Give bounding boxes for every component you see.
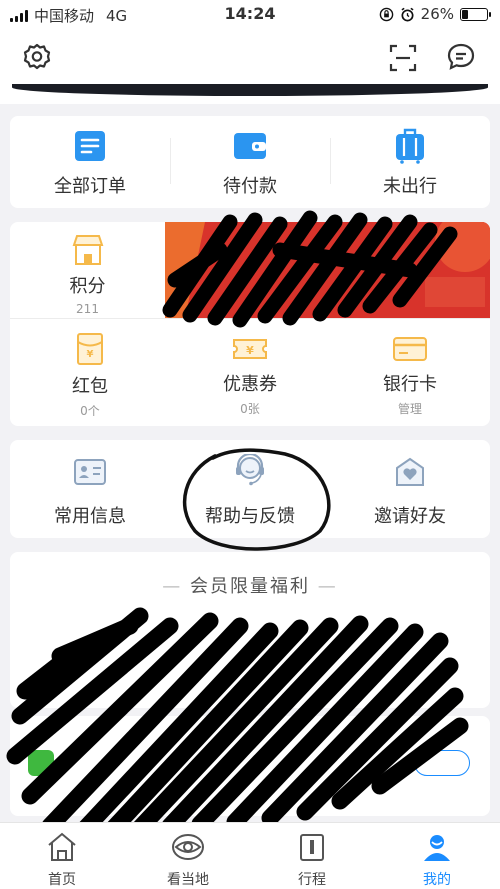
not-traveled-label: 未出行	[383, 176, 437, 197]
invite-friends-label: 邀请好友	[374, 506, 446, 527]
home-icon	[48, 832, 76, 861]
bank-card-value: 管理	[397, 402, 422, 416]
all-orders-label: 全部订单	[54, 176, 126, 197]
shop-icon	[72, 235, 103, 265]
points-button[interactable]: 积分 211	[10, 234, 165, 316]
pending-payment-button[interactable]: 待付款	[170, 130, 330, 198]
battery-label: 26%	[420, 5, 454, 23]
header-backdrop	[0, 84, 500, 104]
scan-icon	[389, 44, 417, 72]
scan-button[interactable]	[386, 41, 420, 75]
points-label: 积分	[69, 276, 106, 297]
common-info-label: 常用信息	[54, 506, 126, 527]
tab-bar: 首页 看当地 行程 我的	[0, 822, 500, 889]
coupon-label: 优惠券	[223, 374, 277, 395]
gear-icon	[23, 43, 51, 70]
alarm-icon	[401, 7, 414, 21]
coupon-button[interactable]: ¥ 优惠券 0张	[170, 334, 330, 417]
promo-card[interactable]	[10, 716, 490, 816]
points-value: 211	[76, 302, 99, 316]
tab-home-label: 首页	[48, 872, 76, 888]
orders-card: 全部订单 待付款 未出行	[10, 116, 490, 208]
coupon-icon: ¥	[233, 339, 267, 359]
promo-banner[interactable]	[165, 222, 490, 318]
status-bar: 中国移动 4G 14:24 26%	[0, 0, 500, 28]
tab-home[interactable]: 首页	[12, 831, 112, 889]
common-info-button[interactable]: 常用信息	[10, 458, 170, 528]
red-envelope-label: 红包	[72, 376, 108, 397]
battery-icon	[460, 7, 491, 21]
welfare-title-text: 会员限量福利	[190, 576, 310, 597]
red-envelope-button[interactable]: ¥ 红包 0个	[10, 332, 170, 419]
itinerary-icon	[300, 834, 324, 861]
help-feedback-label: 帮助与反馈	[205, 506, 295, 527]
wallet-icon	[234, 133, 266, 159]
rotation-lock-icon	[379, 7, 393, 21]
settings-button[interactable]	[20, 40, 54, 74]
tab-itinerary[interactable]: 行程	[262, 831, 362, 889]
all-orders-button[interactable]: 全部订单	[10, 130, 170, 198]
order-list-icon	[75, 131, 105, 161]
messages-button[interactable]	[444, 40, 478, 74]
tab-mine-label: 我的	[423, 872, 451, 888]
invite-heart-icon	[396, 457, 424, 486]
tab-local-label: 看当地	[167, 872, 209, 888]
services-card: 常用信息 帮助与反馈 邀请好友	[10, 440, 490, 538]
welfare-section-title: — 会员限量福利 —	[162, 576, 338, 597]
tab-itinerary-label: 行程	[298, 872, 326, 888]
bank-card-button[interactable]: 银行卡 管理	[330, 334, 490, 417]
id-card-icon	[74, 459, 106, 485]
coupon-value: 0张	[240, 402, 260, 416]
bank-card-icon	[393, 337, 427, 361]
svg-text:¥: ¥	[246, 344, 254, 357]
pending-payment-label: 待付款	[223, 176, 277, 197]
top-bar	[0, 28, 500, 86]
red-envelope-value: 0个	[80, 404, 100, 418]
red-envelope-icon: ¥	[77, 333, 103, 365]
bank-card-label: 银行卡	[383, 374, 437, 395]
not-traveled-button[interactable]: 未出行	[330, 128, 490, 198]
svg-text:¥: ¥	[87, 349, 94, 360]
help-feedback-button[interactable]: 帮助与反馈	[170, 452, 330, 528]
chat-icon	[447, 43, 475, 70]
eye-icon	[172, 834, 204, 860]
tab-local[interactable]: 看当地	[138, 831, 238, 889]
luggage-icon	[396, 128, 424, 164]
customer-service-icon	[236, 452, 264, 486]
tab-mine[interactable]: 我的	[387, 831, 487, 889]
profile-icon	[424, 835, 450, 861]
invite-friends-button[interactable]: 邀请好友	[330, 456, 490, 528]
